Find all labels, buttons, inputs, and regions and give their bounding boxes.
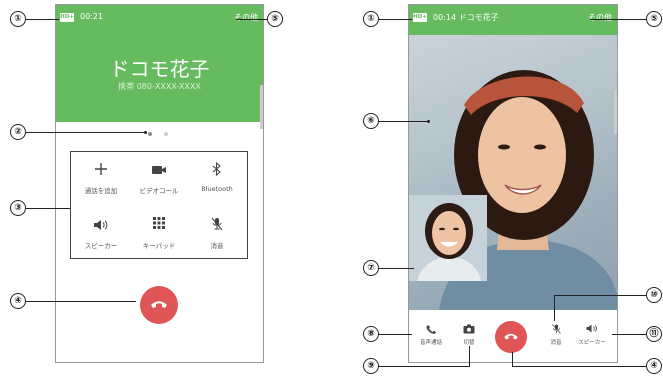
camera-switch-icon: [452, 324, 486, 338]
status-bar: HD+ 00:21 その他: [56, 5, 263, 35]
page-indicator[interactable]: [164, 132, 168, 136]
callout-4: ④: [10, 293, 26, 309]
leader-line: [379, 334, 412, 335]
switch-camera-label: 切替: [463, 340, 475, 346]
options-highlight-frame: [70, 151, 248, 259]
callout-7: ⑦: [363, 260, 379, 276]
more-menu[interactable]: その他: [234, 12, 258, 23]
leader-line: [379, 268, 414, 269]
callout-1: ①: [10, 11, 26, 27]
leader-line: [26, 132, 145, 133]
mute-label: 消音: [550, 340, 562, 346]
callout-8: ⑧: [363, 326, 379, 342]
speaker-label: スピーカー: [578, 340, 606, 346]
callout-11: ⑪: [646, 326, 662, 342]
phone-icon: [414, 324, 448, 338]
scroll-indicator: [614, 90, 617, 134]
leader-line: [26, 208, 71, 209]
leader-line: [554, 295, 555, 321]
self-preview-image: [409, 195, 487, 281]
leader-line: [236, 19, 267, 20]
leader-line: [379, 19, 412, 20]
switch-camera-button[interactable]: 切替: [452, 324, 486, 346]
call-timer-and-name: 00:14 ドコモ花子: [433, 13, 499, 22]
leader-line: [379, 121, 428, 122]
video-call-screen: HD+ 00:14 ドコモ花子 その他 音声通話 切替 消音 スピーカー: [408, 4, 618, 363]
self-preview-window[interactable]: [409, 195, 487, 281]
mute-button[interactable]: 消音: [539, 324, 573, 346]
leader-line: [512, 352, 513, 367]
more-menu[interactable]: その他: [588, 12, 612, 23]
leader-line: [512, 366, 646, 367]
callout-5: ⑤: [646, 11, 662, 27]
end-call-button[interactable]: [140, 286, 178, 324]
callout-9: ⑨: [363, 358, 379, 374]
leader-dot: [144, 131, 147, 134]
page-indicator-active[interactable]: [148, 132, 152, 136]
leader-line: [26, 19, 59, 20]
leader-line: [590, 19, 646, 20]
hang-up-icon: [504, 333, 518, 340]
callout-5: ⑤: [267, 11, 283, 27]
leader-line: [612, 334, 646, 335]
leader-line: [379, 366, 469, 367]
leader-line: [554, 295, 646, 296]
callout-3: ③: [10, 200, 26, 216]
remote-video-view: [409, 35, 617, 310]
callout-6: ⑥: [363, 113, 379, 129]
leader-line: [26, 301, 136, 302]
mute-icon: [539, 324, 573, 338]
phone-number: 携帯 080-XXXX-XXXX: [118, 82, 201, 91]
hang-up-icon: [151, 301, 167, 308]
hd-plus-badge: HD+: [60, 13, 74, 22]
speaker-button[interactable]: スピーカー: [575, 324, 609, 346]
callout-10: ⑩: [646, 287, 662, 303]
status-bar: HD+ 00:14 ドコモ花子 その他: [409, 5, 617, 35]
call-timer: 00:21: [80, 12, 104, 21]
scroll-indicator: [260, 85, 263, 129]
callout-2: ②: [10, 124, 26, 140]
voice-call-label: 音声通話: [419, 340, 442, 346]
leader-line: [469, 346, 470, 367]
leader-dot: [427, 120, 430, 123]
voice-call-button[interactable]: 音声通話: [414, 324, 448, 346]
callout-4: ④: [646, 358, 662, 374]
speaker-icon: [575, 324, 609, 338]
end-call-button[interactable]: [495, 321, 527, 353]
callout-1: ①: [363, 11, 379, 27]
hd-plus-badge: HD+: [413, 13, 427, 22]
contact-name: ドコモ花子: [109, 57, 210, 81]
